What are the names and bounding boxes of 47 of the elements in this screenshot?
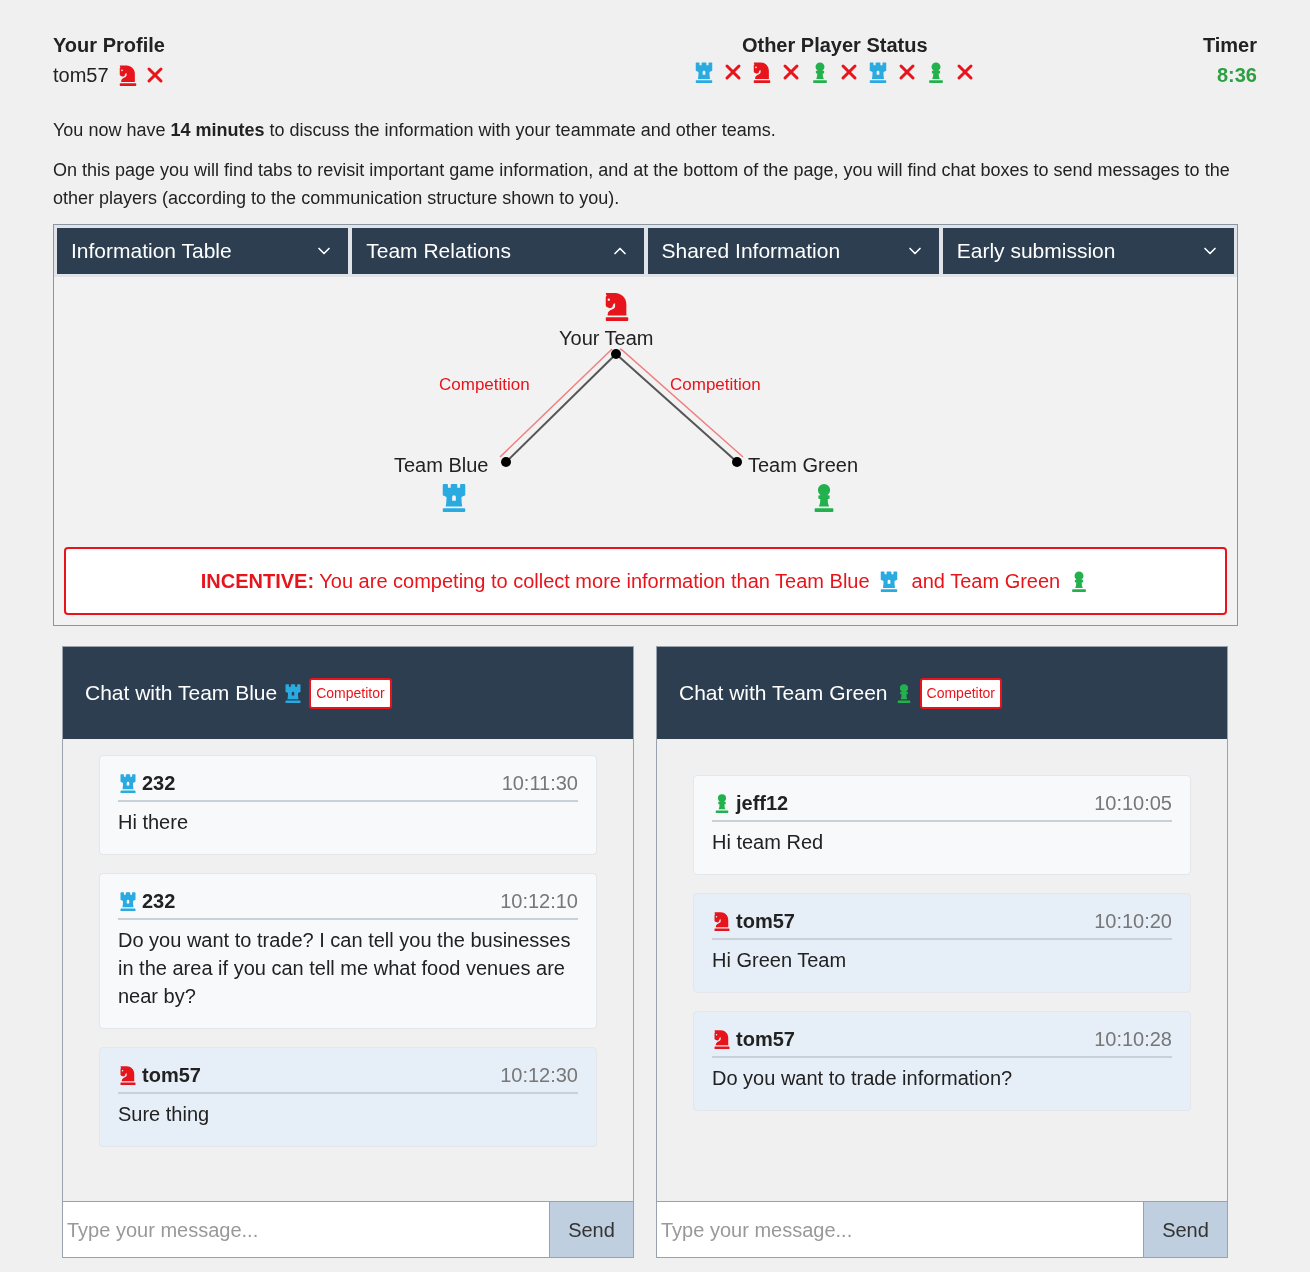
incentive-text: and Team Green bbox=[911, 569, 1061, 594]
send-button[interactable]: Send bbox=[1143, 1202, 1227, 1257]
send-button[interactable]: Send bbox=[549, 1202, 633, 1257]
message-author: 232 bbox=[142, 771, 176, 796]
message-text: Do you want to trade? I can tell you the businesses in the area if you can tell me what food venues are near by? bbox=[118, 928, 572, 1009]
intro-paragraph: On this page you will find tabs to revisit important game information, and at the bottom of the page, you will find chat boxes to send messages to the other players (according to the communication structure shown to you). bbox=[53, 159, 1231, 210]
message-time: 10:12:10 bbox=[500, 889, 578, 914]
timer-title: Timer bbox=[1202, 33, 1257, 58]
message-input[interactable]: Type your message... bbox=[657, 1202, 1143, 1257]
message-input[interactable]: Type your message... bbox=[63, 1202, 549, 1257]
node-dot bbox=[732, 457, 742, 467]
message-time: 10:10:05 bbox=[1094, 791, 1172, 816]
message-text: Do you want to trade information? bbox=[712, 1066, 1014, 1091]
username: tom57 bbox=[53, 63, 109, 88]
message-author: 232 bbox=[142, 889, 176, 914]
status-title: Other Player Status bbox=[741, 33, 928, 58]
message-text: Hi there bbox=[118, 810, 190, 835]
message-author: tom57 bbox=[736, 1027, 795, 1052]
incentive-text: INCENTIVE: You are competing to collect more information than Team Blue bbox=[200, 569, 870, 594]
chat-title: Chat with Team Blue bbox=[85, 680, 278, 707]
message-author: jeff12 bbox=[736, 791, 789, 816]
intro-paragraph: You now have 14 minutes to discuss the information with your teammate and other teams. bbox=[53, 119, 777, 142]
message-time: 10:10:28 bbox=[1094, 1027, 1172, 1052]
competitor-badge: Competitor bbox=[309, 677, 392, 709]
competitor-badge: Competitor bbox=[919, 677, 1002, 709]
timer-value: 8:36 bbox=[1216, 63, 1257, 88]
node-dot bbox=[611, 349, 621, 359]
message-time: 10:10:20 bbox=[1094, 909, 1172, 934]
accordion-tab[interactable]: Team Relations bbox=[352, 228, 644, 274]
message-text: Sure thing bbox=[118, 1102, 211, 1127]
node-label: Team Blue bbox=[394, 453, 489, 478]
chat-title: Chat with Team Green bbox=[679, 680, 888, 707]
accordion-tab[interactable]: Shared Information bbox=[647, 228, 939, 274]
node-label: Your Team bbox=[559, 326, 654, 351]
message-time: 10:12:30 bbox=[500, 1063, 578, 1088]
profile-title: Your Profile bbox=[53, 33, 166, 58]
message-text: Hi team Red bbox=[712, 830, 825, 855]
node-dot bbox=[501, 457, 511, 467]
message-author: tom57 bbox=[736, 909, 795, 934]
node-label: Team Green bbox=[748, 453, 859, 478]
relation-label: Competition bbox=[439, 374, 530, 396]
relation-label: Competition bbox=[670, 374, 761, 396]
accordion-tab[interactable]: Information Table bbox=[57, 228, 349, 274]
accordion-tab[interactable]: Early submission bbox=[942, 228, 1234, 274]
message-text: Hi Green Team bbox=[712, 948, 848, 973]
message-time: 10:11:30 bbox=[501, 771, 578, 796]
message-author: tom57 bbox=[142, 1063, 201, 1088]
